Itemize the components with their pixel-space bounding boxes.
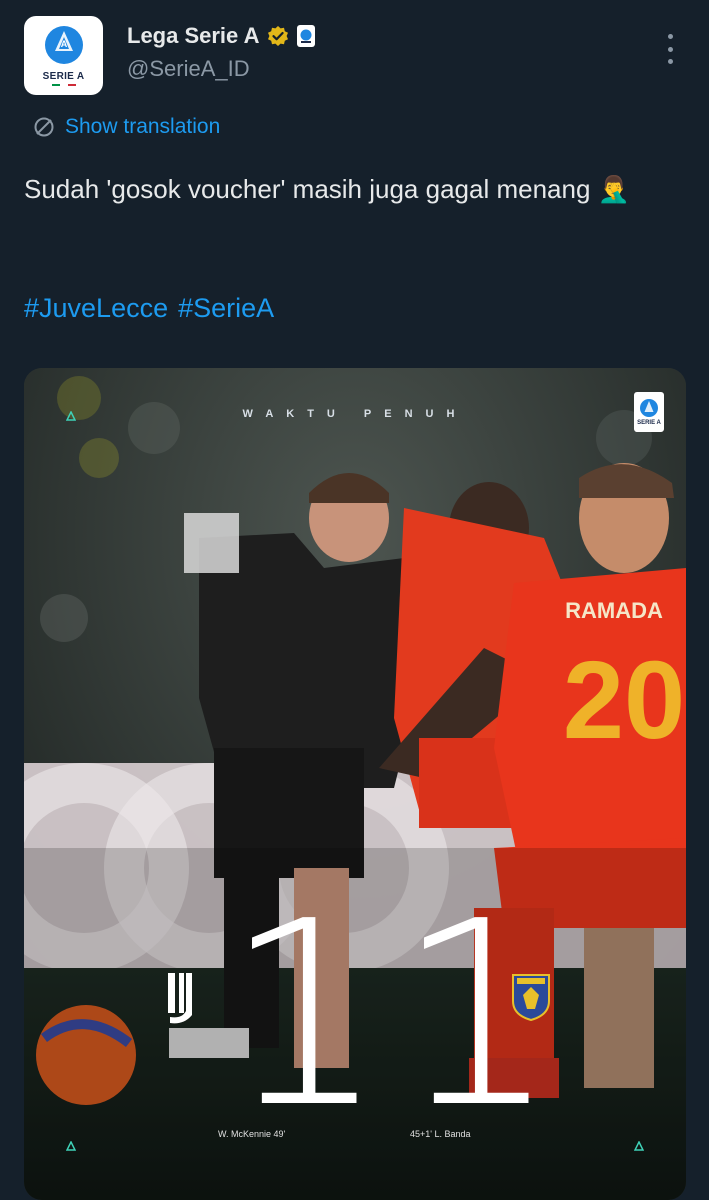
svg-text:A: A <box>60 39 67 49</box>
serie-a-mini-icon <box>300 29 312 43</box>
translate-globe-icon <box>34 117 54 137</box>
account-name[interactable]: Lega Serie A <box>127 23 259 49</box>
show-translation-label: Show translation <box>65 115 221 138</box>
svg-text:RAMADA: RAMADA <box>565 598 663 623</box>
show-translation-link[interactable]: Show translation <box>33 115 220 139</box>
badge-label: SERIE A <box>637 420 661 426</box>
corner-triangle-icon <box>66 411 76 421</box>
away-scorer-label: 45+1' L. Banda <box>410 1129 471 1139</box>
account-avatar[interactable]: A SERIE A <box>24 16 103 95</box>
italian-flag-stripe <box>51 84 76 86</box>
serie-a-logo-icon: A <box>44 26 83 64</box>
account-name-row: Lega Serie A <box>127 23 316 49</box>
tweet-media-image[interactable]: 20 RAMADA WAKTU PENUH SERIE A 1 1 W. McK… <box>24 368 686 1200</box>
corner-triangle-icon <box>634 1141 644 1151</box>
tweet-text: Sudah 'gosok voucher' masih juga gagal m… <box>24 174 631 204</box>
affiliate-badge-icon[interactable] <box>297 25 316 47</box>
serie-a-logo-icon <box>640 399 658 417</box>
tweet-hashtags: #JuveLecce #SerieA <box>24 293 284 324</box>
lecce-crest-icon <box>512 974 550 1021</box>
serie-a-badge: SERIE A <box>634 392 664 432</box>
corner-triangle-icon <box>66 1141 76 1151</box>
svg-text:20: 20 <box>563 639 685 762</box>
avatar-label: SERIE A <box>42 71 85 82</box>
home-score: 1 <box>224 867 387 1164</box>
account-handle[interactable]: @SerieA_ID <box>127 56 250 82</box>
hashtag-link[interactable]: #SerieA <box>178 293 274 323</box>
home-scorer-label: W. McKennie 49' <box>218 1129 286 1139</box>
more-options-icon[interactable] <box>662 34 678 64</box>
full-time-header: WAKTU PENUH <box>242 408 468 420</box>
hashtag-link[interactable]: #JuveLecce <box>24 293 168 323</box>
juventus-crest-icon <box>168 973 192 1024</box>
verified-badge-icon[interactable] <box>267 25 289 47</box>
